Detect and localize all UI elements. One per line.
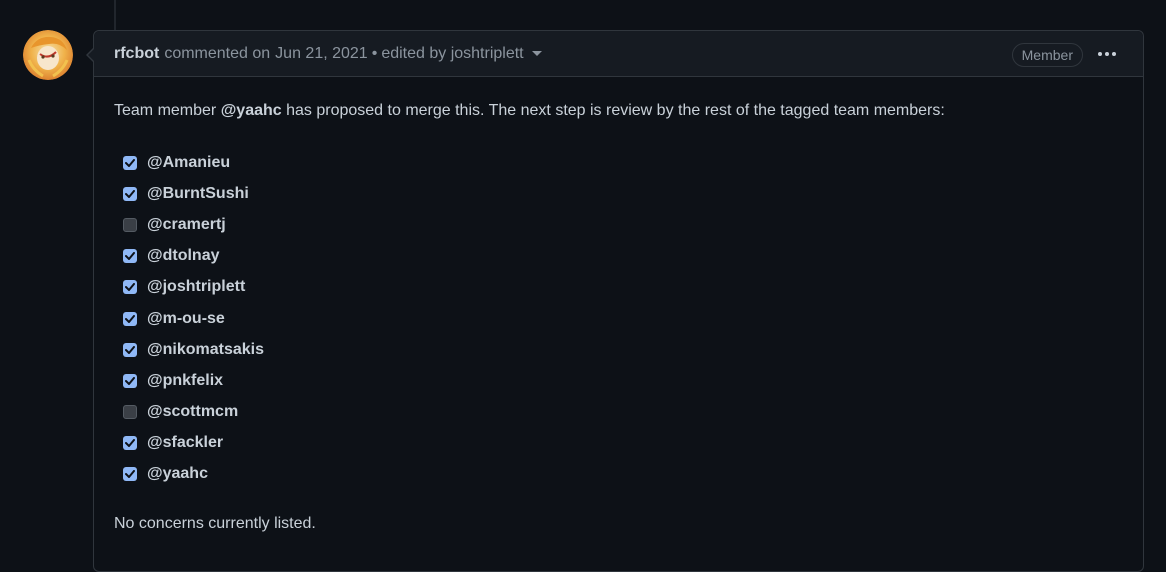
member-mention-link[interactable]: @dtolnay: [147, 247, 220, 265]
member-mention-link[interactable]: @nikomatsakis: [147, 341, 264, 359]
member-mention-link[interactable]: @cramertj: [147, 216, 226, 234]
checkbox-checked[interactable]: [123, 155, 137, 170]
checkmark-icon: [125, 345, 135, 354]
edited-history-link[interactable]: edited by joshtriplett: [381, 45, 523, 63]
author-link[interactable]: rfcbot: [114, 45, 159, 63]
checkmark-icon: [125, 439, 135, 448]
checkbox-unchecked[interactable]: [123, 405, 137, 420]
intro-prefix: Team member: [114, 102, 221, 119]
checklist-item: @joshtriplett: [123, 272, 1123, 303]
checklist-item: @m-ou-se: [123, 303, 1123, 334]
timeline-line: [114, 0, 116, 31]
checklist-item: @scottmcm: [123, 397, 1123, 428]
review-checklist: @Amanieu @BurntSushi @cramertj @dtolnay @jos…: [114, 147, 1123, 490]
checkmark-icon: [125, 158, 135, 167]
comment-body: Team member @yaahc has proposed to merge…: [94, 77, 1143, 535]
checkmark-icon: [125, 314, 135, 323]
comment-box: rfcbot commented on Jun 21, 2021 • edite…: [86, 30, 1144, 572]
more-options-button[interactable]: [1095, 42, 1119, 66]
checkbox-checked[interactable]: [123, 436, 137, 451]
intro-mention-link[interactable]: @yaahc: [221, 102, 282, 119]
checkbox-checked[interactable]: [123, 342, 137, 357]
checkmark-icon: [125, 252, 135, 261]
checkbox-unchecked[interactable]: [123, 217, 137, 232]
checklist-item: @sfackler: [123, 428, 1123, 459]
member-mention-link[interactable]: @pnkfelix: [147, 372, 223, 390]
checkmark-icon: [125, 283, 135, 292]
member-mention-link[interactable]: @m-ou-se: [147, 310, 225, 328]
checkbox-checked[interactable]: [123, 373, 137, 388]
checkbox-checked[interactable]: [123, 311, 137, 326]
member-mention-link[interactable]: @yaahc: [147, 465, 208, 483]
checkbox-checked[interactable]: [123, 249, 137, 264]
checkbox-checked[interactable]: [123, 467, 137, 482]
checkmark-icon: [125, 189, 135, 198]
kebab-horizontal-icon: [1098, 52, 1116, 56]
comment-date-link[interactable]: Jun 21, 2021: [275, 45, 368, 63]
avatar[interactable]: [23, 30, 73, 80]
intro-paragraph: Team member @yaahc has proposed to merge…: [114, 100, 1123, 122]
checklist-item: @nikomatsakis: [123, 334, 1123, 365]
chevron-down-icon[interactable]: [531, 51, 542, 56]
checklist-item: @yaahc: [123, 459, 1123, 490]
member-mention-link[interactable]: @scottmcm: [147, 403, 238, 421]
checklist-item: @pnkfelix: [123, 365, 1123, 396]
checkbox-checked[interactable]: [123, 280, 137, 295]
checkmark-icon: [125, 470, 135, 479]
checkmark-icon: [125, 376, 135, 385]
comment-action: commented on: [164, 44, 271, 62]
member-mention-link[interactable]: @joshtriplett: [147, 278, 245, 296]
checkbox-checked[interactable]: [123, 186, 137, 201]
checklist-item: @dtolnay: [123, 241, 1123, 272]
concerns-text: No concerns currently listed.: [114, 515, 316, 533]
member-mention-link[interactable]: @sfackler: [147, 434, 223, 452]
comment-header: rfcbot commented on Jun 21, 2021 • edite…: [94, 31, 1143, 77]
member-badge: Member: [1011, 43, 1083, 67]
checklist-item: @cramertj: [123, 209, 1123, 240]
checklist-item: @Amanieu: [123, 147, 1123, 178]
member-mention-link[interactable]: @BurntSushi: [147, 185, 249, 203]
avatar-image: [23, 30, 73, 80]
header-separator: •: [371, 44, 378, 62]
member-mention-link[interactable]: @Amanieu: [147, 154, 230, 172]
checklist-item: @BurntSushi: [123, 178, 1123, 209]
intro-suffix: has proposed to merge this. The next ste…: [281, 102, 945, 119]
